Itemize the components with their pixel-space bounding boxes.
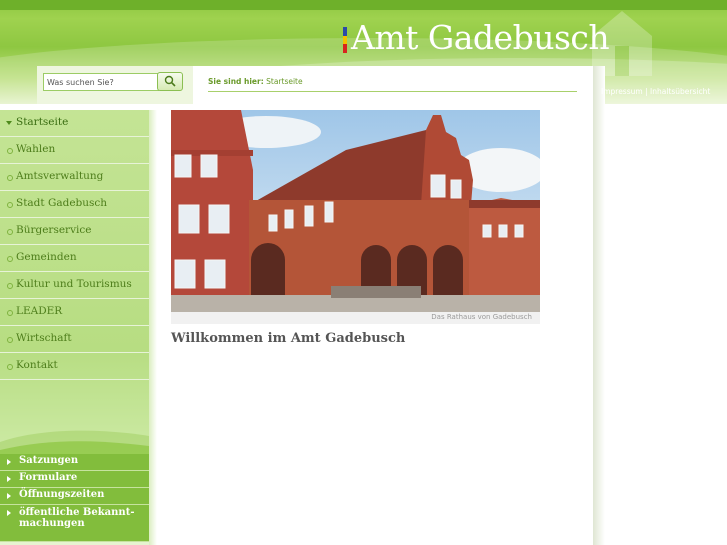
bullet-icon — [7, 283, 13, 289]
bullet-icon — [7, 202, 13, 208]
quicklink-label: Formulare — [19, 472, 78, 483]
sidebar-edge — [149, 110, 157, 545]
sidebar-item-label: Wahlen — [16, 143, 56, 155]
sidebar-item-kontakt[interactable]: Kontakt — [0, 353, 149, 380]
sidebar-item-leader[interactable]: LEADER — [0, 299, 149, 326]
sidebar-item-label: Bürgerservice — [16, 224, 92, 236]
town-hall-photo — [171, 110, 540, 312]
image-caption-bar: Das Rathaus von Gadebusch — [171, 312, 540, 324]
breadcrumb-divider — [208, 91, 577, 92]
link-separator: | — [645, 87, 648, 96]
sidebar-item-label: Kontakt — [16, 359, 58, 371]
site-logo[interactable]: Amt Gadebusch — [351, 18, 610, 57]
sidebar-item-label: Stadt Gadebusch — [16, 197, 108, 209]
quicklink-bekanntmachungen[interactable]: öffentliche Bekannt- machungen — [0, 505, 149, 542]
image-caption: Das Rathaus von Gadebusch — [431, 313, 532, 321]
sidebar-item-startseite[interactable]: Startseite — [0, 110, 149, 137]
sidebar-item-label: Startseite — [16, 116, 69, 128]
sidebar-item-label: Wirtschaft — [16, 332, 72, 344]
quicklink-oeffnungszeiten[interactable]: Öffnungszeiten — [0, 488, 149, 505]
sidebar-item-label: Gemeinden — [16, 251, 77, 263]
bullet-icon — [7, 364, 13, 370]
page-title: Willkommen im Amt Gadebusch — [171, 331, 406, 346]
sidebar-item-kultur-und-tourismus[interactable]: Kultur und Tourismus — [0, 272, 149, 299]
sidebar-item-amtsverwaltung[interactable]: Amtsverwaltung — [0, 164, 149, 191]
triangle-right-icon — [7, 493, 11, 499]
sidebar-item-buergerservice[interactable]: Bürgerservice — [0, 218, 149, 245]
breadcrumb-current[interactable]: Startseite — [266, 77, 302, 86]
chevron-down-icon — [6, 121, 12, 125]
bullet-icon — [7, 256, 13, 262]
logo-color-bar — [343, 27, 347, 53]
bullet-icon — [7, 148, 13, 154]
triangle-right-icon — [7, 476, 11, 482]
bullet-icon — [7, 175, 13, 181]
sitemap-link[interactable]: Inhaltsübersicht — [650, 87, 710, 96]
quicklink-formulare[interactable]: Formulare — [0, 471, 149, 488]
sidebar-item-stadt-gadebusch[interactable]: Stadt Gadebusch — [0, 191, 149, 218]
breadcrumb-prefix: Sie sind hier: — [208, 77, 264, 86]
bullet-icon — [7, 229, 13, 235]
impressum-link[interactable]: Impressum — [601, 87, 643, 96]
sidebar-item-gemeinden[interactable]: Gemeinden — [0, 245, 149, 272]
breadcrumb: Sie sind hier: Startseite — [208, 77, 303, 86]
quicklink-label: Öffnungszeiten — [19, 489, 105, 500]
quicklink-label: Satzungen — [19, 455, 79, 466]
search-button[interactable] — [157, 72, 183, 91]
bullet-icon — [7, 310, 13, 316]
search-icon — [164, 75, 176, 87]
town-hall-image — [171, 110, 540, 312]
service-links: Impressum | Inhaltsübersicht — [601, 87, 710, 96]
right-column — [593, 104, 727, 545]
search-input[interactable] — [43, 73, 159, 91]
sidebar-item-wirtschaft[interactable]: Wirtschaft — [0, 326, 149, 353]
triangle-right-icon — [7, 510, 11, 516]
triangle-right-icon — [7, 459, 11, 465]
quicklink-label: öffentliche Bekannt- machungen — [19, 507, 135, 529]
sidebar-item-label: Kultur und Tourismus — [16, 278, 132, 290]
sidebar-item-label: LEADER — [16, 305, 63, 317]
bullet-icon — [7, 337, 13, 343]
sidebar-item-wahlen[interactable]: Wahlen — [0, 137, 149, 164]
content-shadow — [593, 66, 605, 545]
quicklink-satzungen[interactable]: Satzungen — [0, 454, 149, 471]
sidebar-item-label: Amtsverwaltung — [16, 170, 104, 182]
